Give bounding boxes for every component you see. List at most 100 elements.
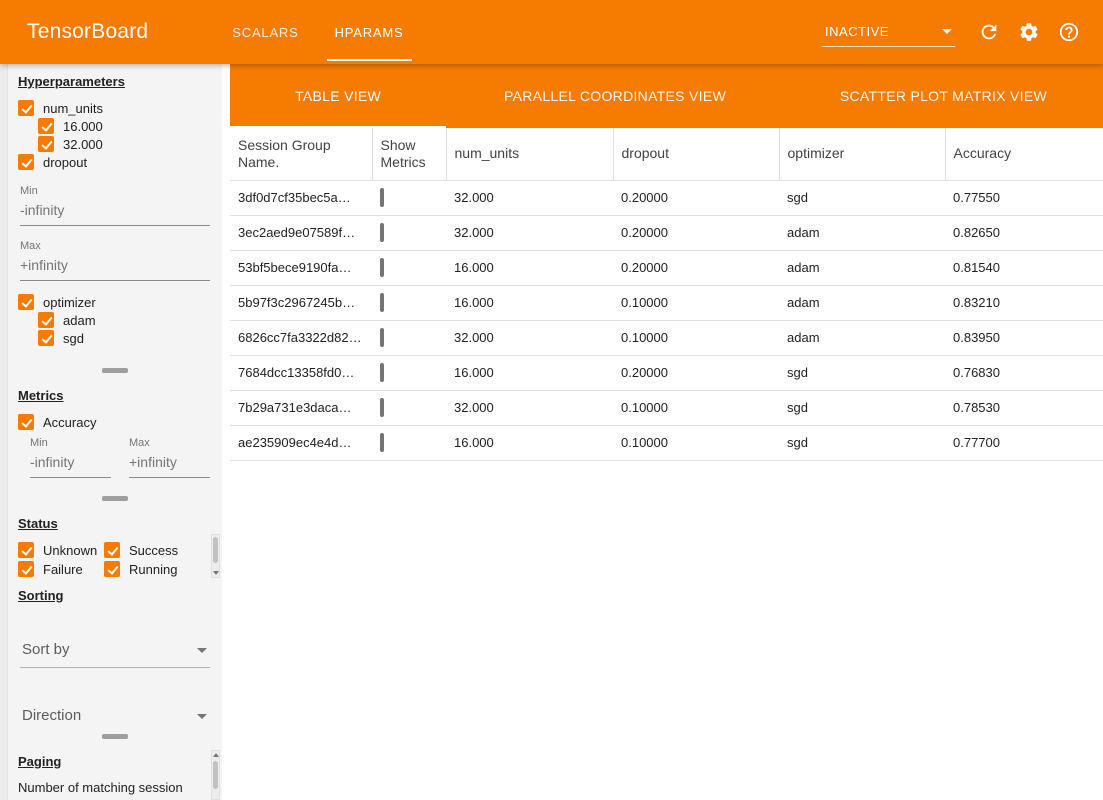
- checkbox-icon[interactable]: [18, 154, 34, 170]
- scrollbar-thumb[interactable]: [213, 761, 218, 789]
- help-icon: [1058, 21, 1080, 43]
- tab-scatter-plot-matrix-view[interactable]: SCATTER PLOT MATRIX VIEW: [784, 64, 1103, 128]
- table-row: 53bf5bece9190fa… 16.000 0.20000 adam 0.8…: [230, 250, 1103, 285]
- show-metrics-checkbox[interactable]: [380, 223, 384, 242]
- session-group-name: 3ec2aed9e07589f…: [230, 215, 372, 250]
- sorting-section: Sorting Sort by Direction: [8, 578, 222, 728]
- min-label: Min: [30, 437, 111, 449]
- chevron-down-icon: [197, 714, 207, 719]
- status-label: Unknown: [43, 543, 97, 558]
- show-metrics-cell: [372, 215, 446, 250]
- table-row: 7684dcc13358fd0… 16.000 0.20000 sgd 0.76…: [230, 355, 1103, 390]
- show-metrics-checkbox[interactable]: [380, 188, 384, 207]
- sidebar-scrollbar[interactable]: [0, 64, 8, 800]
- cell-optimizer: adam: [779, 215, 945, 250]
- checkbox-icon[interactable]: [38, 312, 54, 328]
- drag-handle-icon: [102, 368, 128, 373]
- gear-icon: [1018, 21, 1040, 43]
- checkbox-icon[interactable]: [18, 414, 34, 430]
- metric-min-input[interactable]: [30, 450, 111, 478]
- pane-resize-handle[interactable]: [8, 728, 222, 744]
- show-metrics-checkbox[interactable]: [380, 328, 384, 347]
- metric-max-input[interactable]: [129, 450, 210, 478]
- session-group-name: 5b97f3c2967245b…: [230, 285, 372, 320]
- hparam-dropout-label: dropout: [43, 155, 87, 170]
- col-optimizer: optimizer: [779, 128, 945, 180]
- session-group-name: 7684dcc13358fd0…: [230, 355, 372, 390]
- status-label: Success: [129, 543, 178, 558]
- show-metrics-checkbox[interactable]: [380, 258, 384, 277]
- checkbox-icon[interactable]: [38, 118, 54, 134]
- tab-parallel-coordinates-view[interactable]: PARALLEL COORDINATES VIEW: [446, 64, 784, 128]
- show-metrics-cell: [372, 355, 446, 390]
- cell-dropout: 0.10000: [613, 285, 779, 320]
- cell-dropout: 0.10000: [613, 425, 779, 460]
- checkbox-icon[interactable]: [104, 542, 120, 558]
- paging-scrollbar[interactable]: [211, 750, 220, 800]
- status-running[interactable]: Running: [104, 560, 196, 578]
- checkbox-icon[interactable]: [38, 330, 54, 346]
- hparam-value-label: adam: [63, 313, 96, 328]
- scrollbar-thumb[interactable]: [213, 537, 218, 563]
- tab-table-view[interactable]: TABLE VIEW: [230, 64, 446, 128]
- checkbox-icon[interactable]: [18, 294, 34, 310]
- session-group-table: Session Group Name. Show Metrics num_uni…: [230, 128, 1103, 461]
- checkbox-icon[interactable]: [18, 542, 34, 558]
- sort-by-value: Sort by: [22, 641, 70, 658]
- hparam-num-units-value-32[interactable]: 32.000: [18, 135, 212, 153]
- show-metrics-checkbox[interactable]: [380, 363, 384, 382]
- tab-hparams[interactable]: HPARAMS: [317, 0, 422, 64]
- show-metrics-checkbox[interactable]: [380, 398, 384, 417]
- metric-accuracy[interactable]: Accuracy: [18, 413, 212, 431]
- hparam-num-units-label: num_units: [43, 101, 103, 116]
- status-success[interactable]: Success: [104, 541, 196, 559]
- settings-button[interactable]: [1009, 12, 1049, 52]
- col-num-units: num_units: [446, 128, 613, 180]
- hparam-dropout[interactable]: dropout: [18, 153, 212, 171]
- hparam-num-units[interactable]: num_units: [18, 99, 212, 117]
- hparam-num-units-value-16[interactable]: 16.000: [18, 117, 212, 135]
- chevron-down-icon: [942, 29, 952, 34]
- pane-resize-handle[interactable]: [8, 490, 222, 506]
- dropout-min-input[interactable]: [20, 198, 210, 226]
- hparam-optimizer-value-adam[interactable]: adam: [18, 311, 212, 329]
- table-row: 3ec2aed9e07589f… 32.000 0.20000 adam 0.8…: [230, 215, 1103, 250]
- table-row: 7b29a731e3daca… 32.000 0.10000 sgd 0.785…: [230, 390, 1103, 425]
- cell-accuracy: 0.83210: [945, 285, 1103, 320]
- metric-accuracy-label: Accuracy: [43, 415, 96, 430]
- tensorboard-app: TensorBoard SCALARS HPARAMS INACTIVE: [0, 0, 1103, 800]
- status-failure[interactable]: Failure: [18, 560, 104, 578]
- direction-select[interactable]: Direction: [20, 699, 210, 728]
- scroll-up-icon[interactable]: [213, 753, 219, 757]
- show-metrics-checkbox[interactable]: [380, 433, 384, 452]
- paging-section: Paging Number of matching session groups…: [8, 744, 222, 800]
- dropout-max-input[interactable]: [20, 253, 210, 281]
- metric-max-field: Max: [129, 437, 210, 478]
- drag-handle-icon: [102, 734, 128, 739]
- checkbox-icon[interactable]: [18, 561, 34, 577]
- hparam-optimizer-value-sgd[interactable]: sgd: [18, 329, 212, 347]
- checkbox-icon[interactable]: [104, 561, 120, 577]
- status-section: Status Unknown Success Failure: [8, 506, 222, 578]
- main-panel: TABLE VIEW PARALLEL COORDINATES VIEW SCA…: [230, 64, 1103, 800]
- status-unknown[interactable]: Unknown: [18, 541, 104, 559]
- sort-by-select[interactable]: Sort by: [20, 633, 210, 668]
- checkbox-icon[interactable]: [18, 100, 34, 116]
- show-metrics-cell: [372, 390, 446, 425]
- cell-num-units: 32.000: [446, 215, 613, 250]
- session-group-table-container: Session Group Name. Show Metrics num_uni…: [230, 128, 1103, 800]
- status-scrollbar[interactable]: [211, 534, 220, 578]
- show-metrics-checkbox[interactable]: [380, 293, 384, 312]
- checkbox-icon[interactable]: [38, 136, 54, 152]
- cell-num-units: 16.000: [446, 355, 613, 390]
- pane-resize-handle[interactable]: [8, 362, 222, 378]
- reload-status-select[interactable]: INACTIVE: [822, 17, 955, 47]
- hparam-optimizer[interactable]: optimizer: [18, 293, 212, 311]
- cell-accuracy: 0.76830: [945, 355, 1103, 390]
- table-row: 6826cc7fa3322d82… 32.000 0.10000 adam 0.…: [230, 320, 1103, 355]
- scroll-down-icon[interactable]: [213, 571, 219, 575]
- refresh-button[interactable]: [969, 12, 1009, 52]
- cell-accuracy: 0.77700: [945, 425, 1103, 460]
- tab-scalars[interactable]: SCALARS: [214, 0, 316, 64]
- help-button[interactable]: [1049, 12, 1089, 52]
